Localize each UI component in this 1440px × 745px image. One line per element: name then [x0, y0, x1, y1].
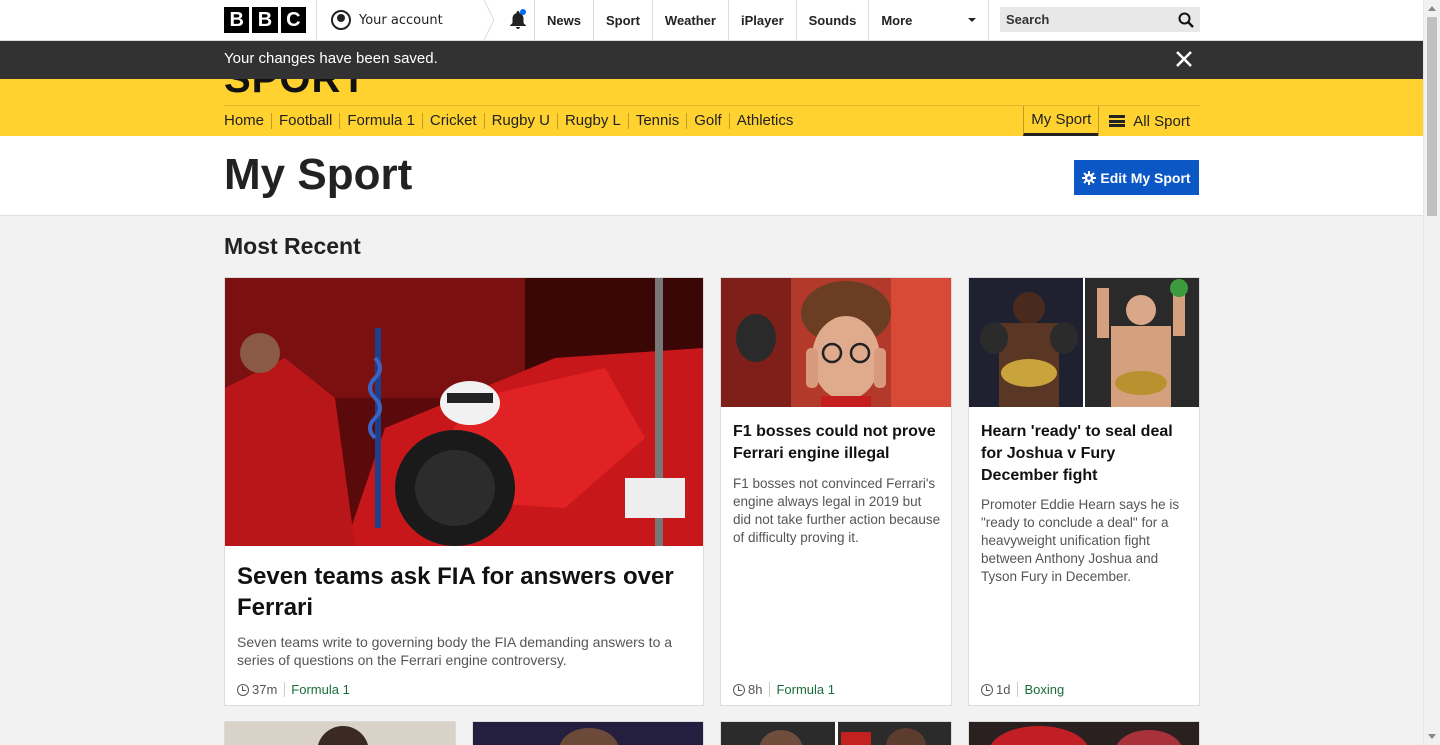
bbc-top-nav-inner: B B C Your account News Sport Weather iP…	[224, 0, 1200, 40]
story-section-tag[interactable]: Formula 1	[284, 682, 350, 697]
nav-news[interactable]: News	[535, 0, 594, 40]
sport-nav-tennis[interactable]: Tennis	[627, 113, 686, 129]
notification-dot	[520, 9, 526, 15]
edit-my-sport-button[interactable]: Edit My Sport	[1074, 160, 1199, 195]
story-card-peek[interactable]	[224, 721, 456, 745]
search-icon[interactable]	[1178, 12, 1194, 28]
nav-more-label: More	[881, 12, 913, 28]
story-time-label: 1d	[996, 682, 1011, 697]
bbc-logo-letter: B	[252, 7, 278, 33]
story-time-label: 8h	[748, 682, 763, 697]
story-meta: 8h Formula 1	[733, 682, 835, 697]
sport-header: SPORT Home Football Formula 1 Cricket Ru…	[0, 79, 1423, 136]
story-summary: Seven teams write to governing body the …	[237, 634, 673, 668]
bbc-logo[interactable]: B B C	[224, 0, 317, 40]
clock-icon	[733, 683, 745, 696]
sport-nav-golf[interactable]: Golf	[686, 113, 729, 129]
page-scrollbar[interactable]	[1423, 0, 1440, 745]
nav-weather[interactable]: Weather	[653, 0, 729, 40]
story-card-peek[interactable]	[472, 721, 704, 745]
nav-iplayer[interactable]: iPlayer	[729, 0, 797, 40]
nav-sounds[interactable]: Sounds	[797, 0, 870, 40]
nav-sport[interactable]: Sport	[594, 0, 653, 40]
story-time-label: 37m	[252, 682, 278, 697]
close-icon[interactable]	[1174, 49, 1194, 69]
scroll-down-icon[interactable]	[1428, 734, 1436, 739]
story-image-ferrari-garage	[225, 278, 703, 546]
sport-nav-formula-1[interactable]: Formula 1	[339, 113, 422, 129]
section-title-most-recent: Most Recent	[224, 233, 361, 259]
your-account-link[interactable]: Your account	[317, 0, 484, 40]
clock-icon	[981, 683, 993, 696]
all-sport-menu[interactable]: All Sport	[1098, 106, 1200, 136]
page-title-area: My Sport Edit My Sport	[0, 136, 1423, 216]
story-summary: F1 bosses not convinced Ferrari's engine…	[733, 476, 941, 545]
account-label: Your account	[359, 12, 443, 28]
account-icon	[331, 10, 351, 30]
story-time: 1d	[981, 682, 1010, 697]
story-summary: Promoter Eddie Hearn says he is "ready t…	[981, 497, 1180, 584]
sport-nav-cricket[interactable]: Cricket	[421, 113, 484, 129]
sport-nav-football[interactable]: Football	[271, 113, 339, 129]
tab-my-sport[interactable]: My Sport	[1023, 106, 1099, 136]
page-title: My Sport	[224, 150, 413, 199]
menu-icon	[1109, 115, 1126, 127]
banner-message: Your changes have been saved.	[224, 50, 438, 67]
story-card[interactable]: F1 bosses could not prove Ferrari engine…	[720, 277, 952, 706]
sport-nav-athletics[interactable]: Athletics	[728, 113, 801, 129]
scroll-up-icon[interactable]	[1428, 6, 1436, 11]
clock-icon	[237, 683, 249, 696]
story-time: 37m	[237, 682, 277, 697]
sport-nav-rugby-league[interactable]: Rugby L	[556, 113, 628, 129]
story-headline[interactable]: Hearn 'ready' to seal deal for Joshua v …	[981, 421, 1191, 487]
sport-nav-rugby-union[interactable]: Rugby U	[483, 113, 557, 129]
sport-nav-home[interactable]: Home	[224, 113, 271, 129]
nav-more[interactable]: More	[869, 0, 990, 40]
story-time: 8h	[733, 682, 762, 697]
story-headline[interactable]: F1 bosses could not prove Ferrari engine…	[733, 421, 943, 465]
story-meta: 37m Formula 1	[237, 682, 350, 697]
sport-nav: Home Football Formula 1 Cricket Rugby U …	[224, 105, 1200, 136]
search-placeholder: Search	[1006, 12, 1050, 27]
story-section-tag[interactable]: Formula 1	[769, 682, 835, 697]
story-image-binotto	[721, 278, 951, 407]
story-headline[interactable]: Seven teams ask FIA for answers over Fer…	[237, 561, 687, 623]
edit-my-sport-label: Edit My Sport	[1100, 169, 1191, 186]
sport-nav-right: My Sport All Sport	[1023, 106, 1200, 136]
story-meta: 1d Boxing	[981, 682, 1064, 697]
chevron-down-icon	[968, 18, 977, 22]
bbc-logo-letter: B	[224, 7, 250, 33]
story-section-tag[interactable]: Boxing	[1017, 682, 1064, 697]
story-card[interactable]: Hearn 'ready' to seal deal for Joshua v …	[968, 277, 1200, 706]
gear-icon	[1082, 170, 1097, 185]
story-card-peek[interactable]	[968, 721, 1200, 745]
story-card-peek[interactable]	[720, 721, 952, 745]
account-divider	[484, 0, 502, 40]
sport-logo[interactable]: SPORT	[224, 79, 367, 102]
notifications-button[interactable]	[502, 0, 535, 40]
scrollbar-thumb[interactable]	[1427, 17, 1437, 216]
saved-notification-banner: Your changes have been saved.	[0, 41, 1423, 79]
story-image-joshua-fury	[969, 278, 1199, 407]
bbc-logo-letter: C	[280, 7, 306, 33]
bbc-top-nav: B B C Your account News Sport Weather iP…	[0, 0, 1423, 41]
search-input[interactable]: Search	[1000, 7, 1200, 32]
all-sport-label: All Sport	[1133, 112, 1190, 130]
story-card-lead[interactable]: Seven teams ask FIA for answers over Fer…	[224, 277, 704, 706]
